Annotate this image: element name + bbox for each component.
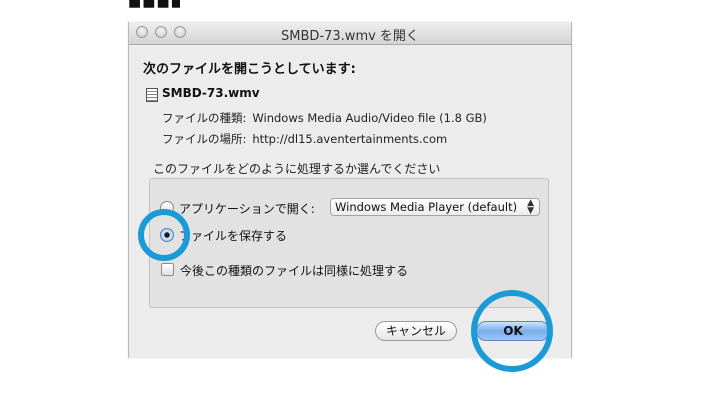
remember-choice-checkbox[interactable] [161,263,174,276]
title-bar[interactable]: SMBD-73.wmv を開く [129,22,571,45]
application-select-value: Windows Media Player (default) [335,200,518,214]
file-location-label: ファイルの場所: [162,132,247,146]
cancel-button[interactable]: キャンセル [375,321,457,341]
action-prompt: このファイルをどのように処理するか選んでください [153,162,441,176]
file-location-value: http://dl15.aventertainments.com [252,132,448,146]
highlight-ring-ok-button [471,290,553,372]
file-type-row: ファイルの種類: Windows Media Audio/Video file (… [162,110,487,126]
window-title: SMBD-73.wmv を開く [281,29,419,44]
file-icon [146,88,158,102]
partial-header-text: ■■■■ [128,0,180,10]
file-type-value: Windows Media Audio/Video file (1.8 GB) [252,111,487,125]
chevron-updown-icon: ▲ ▼ [527,198,534,216]
file-location-row: ファイルの場所: http://dl15.aventertainments.com [162,131,447,147]
file-type-label: ファイルの種類: [162,111,247,125]
dialog-heading: 次のファイルを開こうとしています: [143,62,356,77]
highlight-ring-save-option [138,209,190,261]
file-name: SMBD-73.wmv [162,86,260,100]
application-select[interactable]: Windows Media Player (default) ▲ ▼ [330,198,540,216]
remember-choice-label[interactable]: 今後この種類のファイルは同様に処理する [180,262,408,279]
open-with-label[interactable]: アプリケーションで開く: [179,200,315,217]
save-file-label[interactable]: ファイルを保存する [179,227,287,244]
